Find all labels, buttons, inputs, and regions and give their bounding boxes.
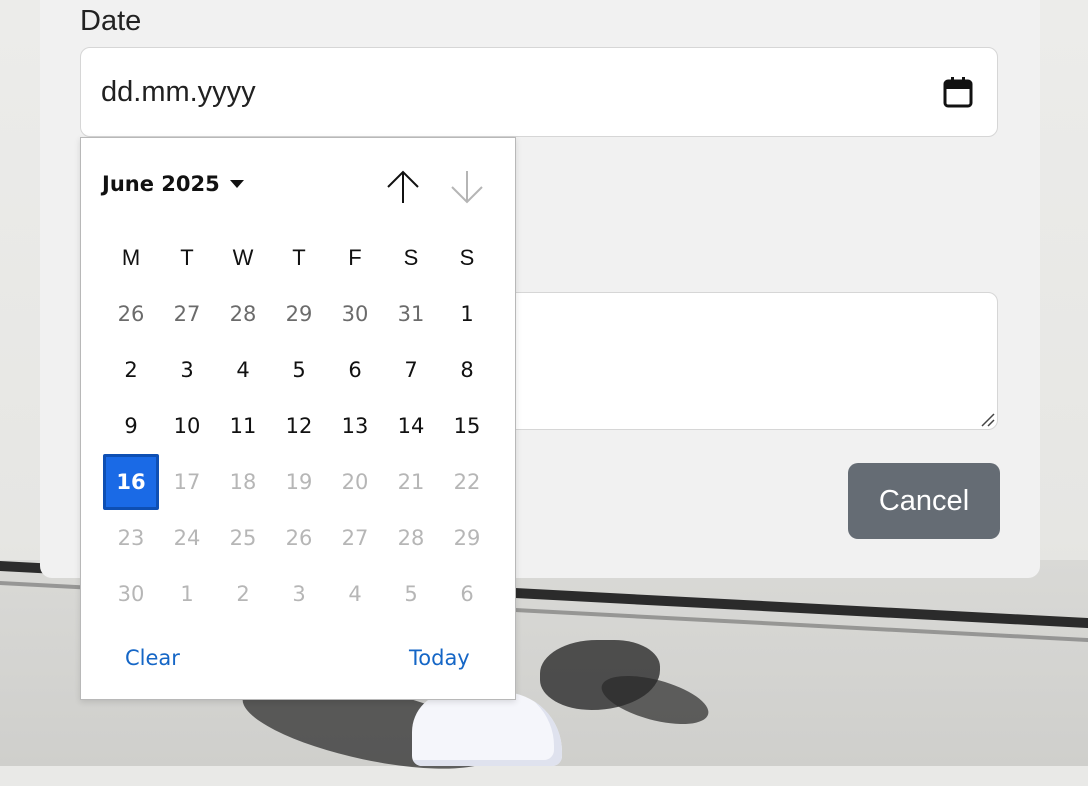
weekday-header: T [180,245,194,270]
calendar-day: 25 [229,526,257,550]
calendar-day: 27 [341,526,369,550]
weekday-header: M [121,245,141,270]
calendar-day: 21 [397,470,425,494]
calendar-week-row: 16 17 18 19 20 21 22 [103,454,495,510]
calendar-day[interactable]: 31 [383,286,439,342]
calendar-day: 3 [292,582,306,606]
calendar-day: 17 [173,470,201,494]
calendar-day[interactable]: 12 [271,398,327,454]
calendar-day: 4 [348,582,362,606]
calendar-day[interactable]: 15 [439,398,495,454]
calendar-day[interactable]: 13 [327,398,383,454]
calendar-week-row: 9 10 11 12 13 14 15 [103,398,495,454]
calendar-day[interactable]: 10 [159,398,215,454]
calendar-day[interactable]: 29 [271,286,327,342]
calendar-day: 5 [404,582,418,606]
datepicker-popup: June 2025 M T W T F S S 26 27 28 29 30 31 1 2 3 4… [80,137,516,700]
calendar-day[interactable]: 1 [439,286,495,342]
calendar-day: 24 [173,526,201,550]
calendar-grid: M T W T F S S 26 27 28 29 30 31 1 2 3 4 5 6 7 8 9 10 11 1… [103,230,495,622]
calendar-day[interactable]: 28 [215,286,271,342]
calendar-week-row: 23 24 25 26 27 28 29 [103,510,495,566]
weekday-header: W [232,245,254,270]
today-button[interactable]: Today [409,646,470,670]
cancel-button[interactable]: Cancel [848,463,1000,539]
calendar-day[interactable]: 9 [103,398,159,454]
calendar-day[interactable]: 30 [327,286,383,342]
calendar-day[interactable]: 7 [383,342,439,398]
calendar-week-row: 30 1 2 3 4 5 6 [103,566,495,622]
resize-handle-icon[interactable] [979,411,995,427]
calendar-day-selected[interactable]: 16 [103,454,159,510]
calendar-day: 20 [341,470,369,494]
month-year-selector[interactable]: June 2025 [102,172,244,196]
calendar-day: 30 [117,582,145,606]
calendar-day[interactable]: 2 [103,342,159,398]
calendar-day: 29 [453,526,481,550]
calendar-day[interactable]: 6 [327,342,383,398]
calendar-day: 22 [453,470,481,494]
calendar-day[interactable]: 4 [215,342,271,398]
calendar-icon[interactable] [943,76,973,108]
clear-button[interactable]: Clear [125,646,180,670]
calendar-week-row: 2345678 [103,342,495,398]
weekday-header: S [459,245,475,270]
calendar-day[interactable]: 8 [439,342,495,398]
calendar-day[interactable]: 26 [103,286,159,342]
calendar-day: 2 [236,582,250,606]
weekday-header-row: M T W T F S S [103,230,495,286]
arrow-down-icon[interactable] [449,168,485,206]
month-year-label: June 2025 [102,172,220,196]
calendar-day: 23 [117,526,145,550]
date-label: Date [80,5,142,37]
calendar-day[interactable]: 27 [159,286,215,342]
weekday-header: T [292,245,306,270]
date-input[interactable]: dd.mm.yyyy [80,47,998,137]
weekday-header: F [348,245,362,270]
calendar-week-row: 26 27 28 29 30 31 1 [103,286,495,342]
calendar-day: 26 [285,526,313,550]
calendar-day: 6 [460,582,474,606]
calendar-day[interactable]: 3 [159,342,215,398]
arrow-up-icon[interactable] [385,168,421,206]
caret-down-icon [229,180,244,188]
calendar-day: 28 [397,526,425,550]
calendar-day[interactable]: 5 [271,342,327,398]
calendar-day: 18 [229,470,257,494]
calendar-day[interactable]: 14 [383,398,439,454]
date-input-placeholder: dd.mm.yyyy [101,76,256,108]
calendar-day: 19 [285,470,313,494]
calendar-day[interactable]: 11 [215,398,271,454]
weekday-header: S [403,245,419,270]
calendar-day: 1 [180,582,194,606]
